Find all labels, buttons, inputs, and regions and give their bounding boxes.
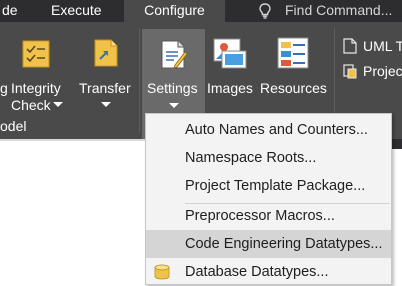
menu-item-namespace-roots[interactable]: Namespace Roots...	[146, 144, 391, 172]
transfer-button[interactable]: Transfer	[74, 22, 136, 132]
menu-item-label: Database Datatypes...	[185, 264, 329, 280]
images-icon	[213, 38, 247, 69]
ribbon-separator	[139, 28, 140, 132]
menu-item-project-template-package[interactable]: Project Template Package...	[146, 172, 391, 200]
transfer-label: Transfer	[79, 80, 131, 96]
menu-item-auto-names[interactable]: Auto Names and Counters...	[146, 116, 391, 144]
settings-dropdown-menu: Auto Names and Counters... Namespace Roo…	[145, 113, 392, 285]
images-label: Images	[207, 80, 253, 96]
chevron-down-icon	[53, 102, 63, 107]
uml-label: UML T	[363, 38, 402, 54]
menu-item-label: Auto Names and Counters...	[185, 122, 368, 138]
database-icon	[154, 264, 170, 280]
tab-execute[interactable]: Execute	[51, 0, 102, 22]
menu-item-preprocessor-macros[interactable]: Preprocessor Macros...	[146, 202, 391, 230]
settings-label: Settings	[147, 80, 198, 96]
resources-icon	[277, 37, 309, 69]
menu-item-database-datatypes[interactable]: Database Datatypes...	[146, 258, 391, 286]
settings-icon	[161, 40, 188, 69]
ribbon-bottom-edge	[0, 139, 145, 141]
project-icon	[343, 64, 357, 79]
menu-item-label: Preprocessor Macros...	[185, 208, 335, 224]
integrity-check-prefix: g	[0, 80, 8, 96]
chevron-down-icon	[101, 102, 111, 107]
integrity-check-label-line1: Integrity	[11, 80, 61, 96]
chevron-down-icon	[169, 103, 179, 108]
project-label: Projec	[363, 63, 402, 79]
lightbulb-icon	[259, 3, 271, 19]
find-command-box[interactable]: Find Command...	[236, 0, 402, 22]
menu-item-code-engineering-datatypes[interactable]: Code Engineering Datatypes...	[146, 230, 391, 258]
menu-item-label: Code Engineering Datatypes...	[185, 236, 383, 252]
find-command-placeholder: Find Command...	[285, 2, 393, 18]
tab-mode[interactable]: de	[2, 0, 18, 22]
integrity-check-label-line2: Check	[11, 97, 51, 113]
menu-item-label: Project Template Package...	[185, 178, 366, 194]
checklist-icon	[22, 40, 50, 68]
integrity-check-button[interactable]: g Integrity Check	[0, 22, 68, 132]
ribbon-tab-bar: de Execute Configure Find Command...	[0, 0, 402, 25]
menu-item-label: Namespace Roots...	[185, 150, 317, 166]
resources-label: Resources	[260, 80, 327, 96]
uml-icon	[343, 38, 357, 54]
transfer-icon	[94, 39, 118, 67]
ribbon-group-label: odel	[0, 118, 27, 134]
